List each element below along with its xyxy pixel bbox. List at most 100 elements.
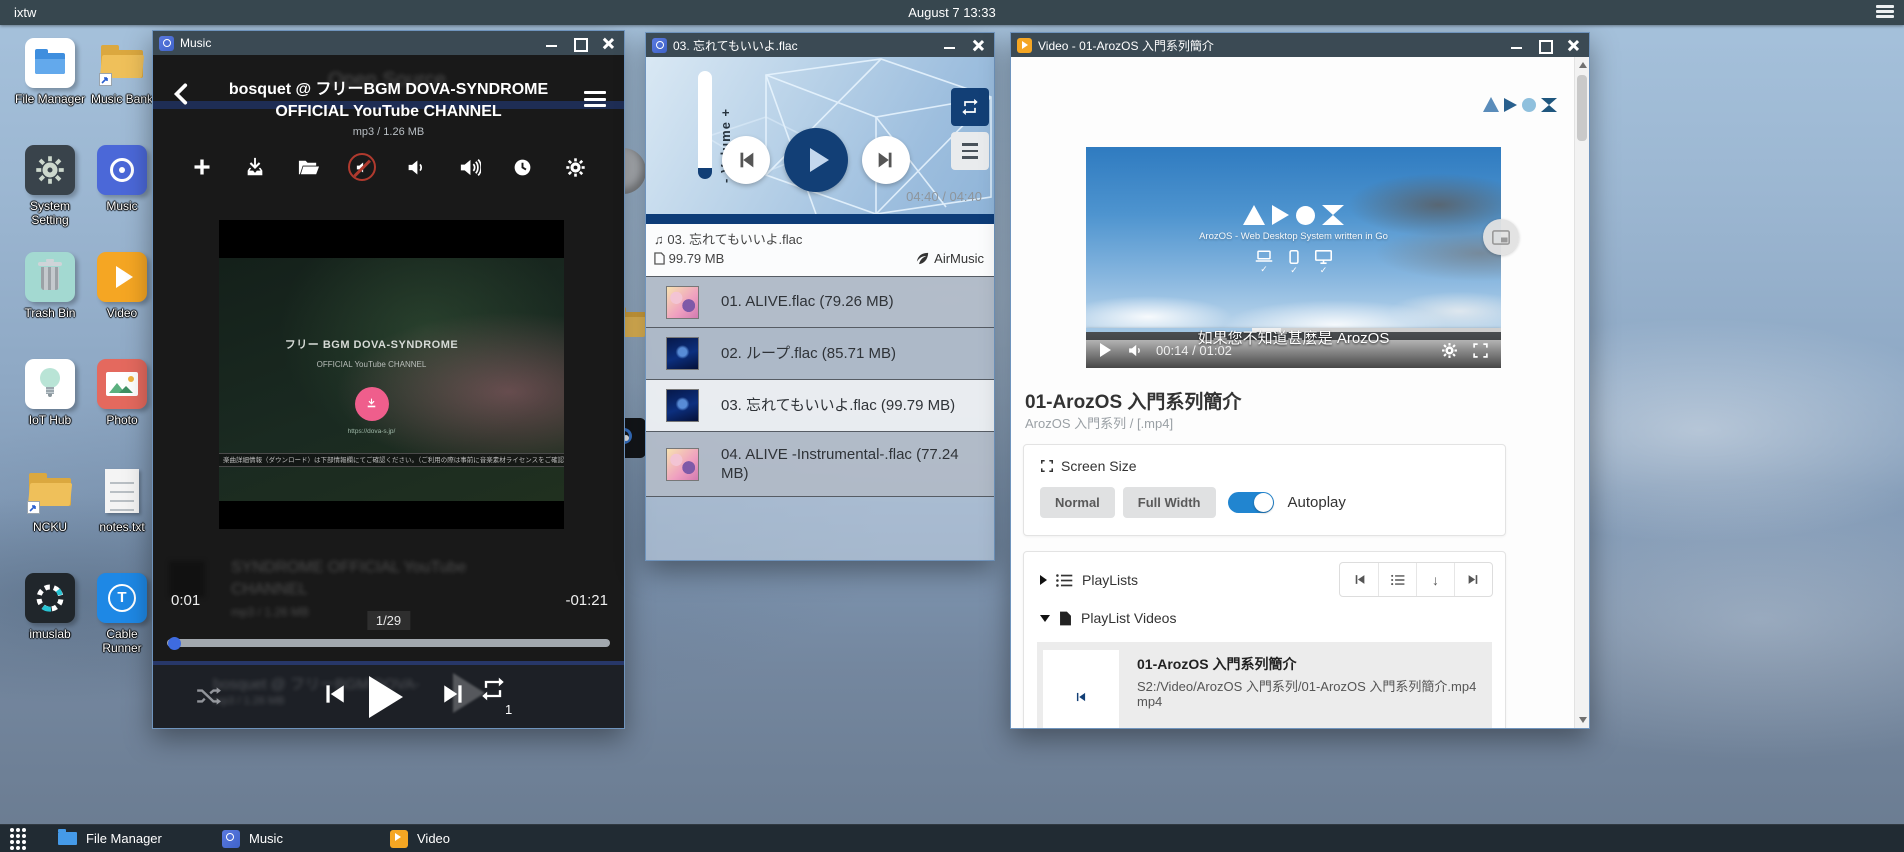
- caret-right-icon: [1040, 575, 1047, 585]
- skip-end-button[interactable]: [1454, 563, 1492, 596]
- app-launcher-icon[interactable]: [10, 828, 26, 850]
- desktop-icon-label: Trash Bin: [14, 307, 86, 321]
- playlists-row[interactable]: PlayLists: [1040, 572, 1138, 588]
- taskbar-item-file-manager[interactable]: File Manager: [58, 831, 162, 846]
- spinner-icon: [25, 573, 75, 623]
- taskbar-item-video[interactable]: Video: [390, 830, 450, 848]
- file-icon: [1059, 611, 1072, 626]
- volume-high-icon[interactable]: [456, 154, 482, 180]
- desktop-icon-file-manager[interactable]: File Manager: [14, 38, 86, 145]
- taskbar-item-label: Music: [249, 831, 283, 846]
- flac-window-body: - Volume + 04:40 / 04:40 ♫ 03. 忘れてもいいよ.f…: [646, 57, 994, 560]
- sleep-timer-icon[interactable]: [509, 154, 535, 180]
- minimize-button[interactable]: [542, 35, 562, 51]
- flac-window-titlebar[interactable]: 03. 忘れてもいいよ.flac: [646, 33, 994, 57]
- playlist-item[interactable]: 01. ALIVE.flac (79.26 MB): [646, 276, 994, 327]
- volume-low-icon[interactable]: [403, 154, 429, 180]
- minimize-button[interactable]: [940, 37, 960, 53]
- close-button[interactable]: [598, 35, 618, 51]
- scroll-up-icon[interactable]: [1579, 62, 1587, 68]
- playlist-item[interactable]: 04. ALIVE -Instrumental-.flac (77.24 MB): [646, 431, 994, 497]
- video-window: Video - 01-ArozOS 入門系列簡介: [1010, 32, 1590, 729]
- folder-icon: [58, 832, 77, 845]
- full-width-button[interactable]: Full Width: [1123, 487, 1216, 518]
- seek-knob[interactable]: [168, 637, 181, 650]
- skip-start-button[interactable]: [1340, 563, 1378, 596]
- taskbar-item-music[interactable]: Music: [222, 830, 283, 848]
- video-settings-icon[interactable]: [1441, 342, 1458, 359]
- toggle-knob: [1254, 493, 1273, 512]
- file-manager-icon: [25, 38, 75, 88]
- player-panel: - Volume + 04:40 / 04:40: [646, 57, 994, 214]
- desktop-icon-grid: File Manager Music Bank System Setting M…: [14, 38, 162, 680]
- desktop-icon-label: Video: [86, 307, 158, 321]
- desktop-icon-music-bank[interactable]: Music Bank: [86, 38, 158, 145]
- play-icon[interactable]: [1100, 343, 1111, 357]
- close-button[interactable]: [968, 37, 988, 53]
- repeat-icon[interactable]: [479, 675, 507, 703]
- hamburger-icon[interactable]: [1876, 5, 1894, 19]
- text-file-icon: [97, 466, 147, 516]
- playlist-videos-row[interactable]: PlayList Videos: [1040, 610, 1176, 626]
- maximize-button[interactable]: [1535, 37, 1555, 53]
- picture-in-picture-button[interactable]: [1483, 219, 1519, 255]
- add-icon[interactable]: [189, 154, 215, 180]
- normal-button[interactable]: Normal: [1040, 487, 1115, 518]
- playlist-item[interactable]: 02. ループ.flac (85.71 MB): [646, 327, 994, 379]
- desktop-icon-trash-bin[interactable]: Trash Bin: [14, 252, 86, 359]
- music-window-titlebar[interactable]: Music: [153, 31, 624, 55]
- playlist-menu-button[interactable]: [951, 132, 989, 170]
- playlist-item-title: 03. 忘れてもいいよ.flac (99.79 MB): [721, 396, 955, 416]
- desktop-icon-video[interactable]: Video: [86, 252, 158, 359]
- settings-gear-icon[interactable]: [562, 154, 588, 180]
- logo-play-icon: [1272, 205, 1289, 225]
- desktop-icon-notes-txt[interactable]: notes.txt: [86, 466, 158, 573]
- autoplay-toggle[interactable]: [1228, 492, 1274, 513]
- scrollbar-thumb[interactable]: [1577, 75, 1587, 141]
- scroll-down-icon[interactable]: [1579, 717, 1587, 723]
- desktop-icon-photo[interactable]: Photo: [86, 359, 158, 466]
- play-button[interactable]: [784, 128, 848, 192]
- device-icons: ✓ ✓ ✓: [1255, 250, 1332, 276]
- open-folder-icon[interactable]: [295, 154, 321, 180]
- queue-list-button[interactable]: [1378, 563, 1416, 596]
- skip-icon: [1074, 690, 1088, 704]
- repeat-button[interactable]: [951, 88, 989, 126]
- screen-size-label: Screen Size: [1061, 458, 1136, 474]
- previous-track-button[interactable]: [722, 136, 770, 184]
- logo-play-icon: [1504, 98, 1517, 112]
- download-icon[interactable]: [242, 154, 268, 180]
- maximize-button[interactable]: [570, 35, 590, 51]
- video-thumbnail[interactable]: フリー BGM DOVA-SYNDROME OFFICIAL YouTube C…: [219, 220, 564, 529]
- seek-bar[interactable]: [167, 639, 610, 647]
- playlist-item-selected[interactable]: 03. 忘れてもいいよ.flac (99.79 MB): [646, 379, 994, 431]
- elapsed-time: 0:01: [171, 592, 200, 609]
- shortcut-arrow-icon: [27, 501, 40, 514]
- video-player[interactable]: ArozOS - Web Desktop System written in G…: [1086, 147, 1501, 340]
- video-item-format: mp4: [1137, 694, 1162, 709]
- volume-slider[interactable]: [698, 71, 712, 179]
- desktop-icon-iot-hub[interactable]: IoT Hub: [14, 359, 86, 466]
- next-track-button[interactable]: [862, 136, 910, 184]
- play-icon: [810, 148, 829, 172]
- desktop-icon-ncku[interactable]: NCKU: [14, 466, 86, 573]
- playlist-video-item[interactable]: 01-ArozOS 入門系列簡介 S2:/Video/ArozOS 入門系列/0…: [1037, 642, 1492, 728]
- video-window-titlebar[interactable]: Video - 01-ArozOS 入門系列簡介: [1011, 33, 1589, 57]
- desktop-icon-music[interactable]: Music: [86, 145, 158, 252]
- desktop-icon-cable-runner[interactable]: T Cable Runner: [86, 573, 158, 680]
- mute-icon[interactable]: [348, 153, 376, 181]
- fullscreen-icon[interactable]: [1472, 342, 1489, 359]
- airmusic-badge[interactable]: AirMusic: [915, 251, 984, 266]
- scrollbar[interactable]: [1574, 57, 1589, 728]
- back-button[interactable]: [169, 81, 195, 107]
- track-progress-bar[interactable]: [646, 214, 994, 224]
- close-button[interactable]: [1563, 37, 1583, 53]
- video-play-icon: [97, 252, 147, 302]
- desktop-icon-system-setting[interactable]: System Setting: [14, 145, 86, 252]
- desktop-icon-imuslab[interactable]: imuslab: [14, 573, 86, 680]
- download-video-button[interactable]: ↓: [1416, 563, 1454, 596]
- volume-icon[interactable]: [1127, 342, 1144, 359]
- minimize-button[interactable]: [1507, 37, 1527, 53]
- menu-icon[interactable]: [584, 91, 606, 111]
- playlist-item-title: 01. ALIVE.flac (79.26 MB): [721, 292, 894, 312]
